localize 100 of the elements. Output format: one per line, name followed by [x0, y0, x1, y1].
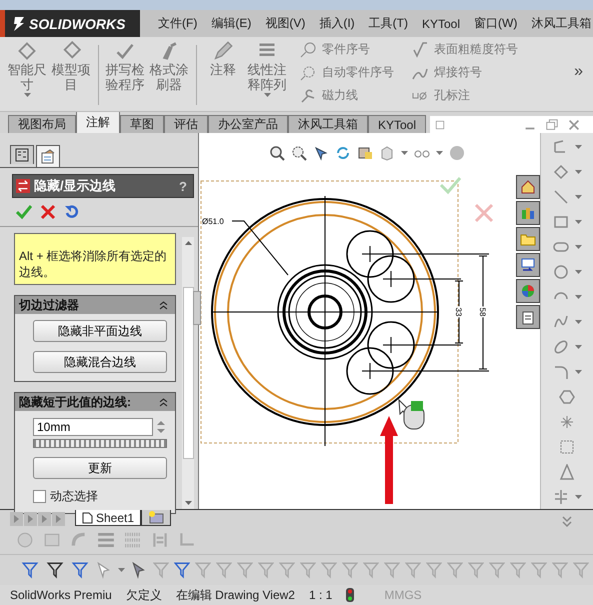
caret-icon[interactable] — [24, 93, 30, 97]
caret-icon[interactable] — [118, 568, 125, 572]
home-icon[interactable] — [520, 179, 536, 195]
maximize-icon[interactable] — [545, 118, 559, 132]
caret-icon[interactable] — [574, 370, 582, 374]
undo-icon[interactable] — [64, 204, 80, 220]
caret-icon[interactable] — [574, 295, 582, 299]
caret-icon[interactable] — [574, 220, 582, 224]
menu-item[interactable]: 插入(I) — [319, 15, 355, 32]
spline-icon[interactable] — [552, 314, 568, 330]
hide-edges-button[interactable]: 隐藏非平面边线 — [33, 320, 167, 342]
sheet-nav-button[interactable] — [24, 512, 37, 526]
property-icon[interactable] — [40, 148, 56, 164]
ribbon-tab[interactable]: KYTool — [368, 115, 426, 133]
grid-icon[interactable] — [559, 439, 575, 455]
panel-tab[interactable] — [10, 145, 34, 164]
ribbon-button[interactable]: 智能尺寸 — [8, 62, 46, 92]
funnel-icon[interactable] — [70, 561, 90, 579]
caret-icon[interactable] — [574, 270, 582, 274]
balloon-icon[interactable] — [300, 64, 316, 80]
rotate-icon[interactable] — [335, 145, 351, 161]
scroll-down-icon[interactable] — [184, 501, 192, 505]
checkbox[interactable] — [33, 490, 46, 503]
ribbon-button[interactable]: 格式涂刷器 — [150, 62, 188, 92]
ok-icon[interactable] — [16, 204, 32, 220]
cursor-icon[interactable] — [95, 561, 113, 579]
menu-item[interactable]: 文件(F) — [158, 15, 198, 32]
sheet-nav-button[interactable] — [52, 512, 65, 526]
update-button[interactable]: 更新 — [33, 457, 167, 479]
leader-icon[interactable] — [300, 88, 316, 104]
scroll-up-icon[interactable] — [184, 241, 192, 245]
hide-edges-button[interactable]: 隐藏混合边线 — [33, 351, 167, 373]
stack-icon[interactable] — [43, 531, 61, 549]
ribbon-tab[interactable]: 评估 — [164, 115, 208, 133]
check-mark-icon[interactable] — [115, 41, 135, 61]
restore-icon[interactable] — [434, 118, 446, 130]
ribbon-tab[interactable]: 办公室产品 — [208, 115, 288, 133]
caret-icon[interactable] — [574, 195, 582, 199]
layer-icon[interactable] — [16, 531, 34, 549]
scrollbar[interactable] — [182, 237, 194, 509]
color-ball-icon[interactable] — [520, 283, 536, 299]
point-icon[interactable] — [559, 414, 575, 430]
view-icon[interactable] — [357, 145, 373, 161]
circle-icon[interactable] — [552, 264, 568, 280]
menu-item[interactable]: 沐风工具箱 — [531, 15, 592, 32]
menu-item[interactable]: 编辑(E) — [211, 15, 252, 32]
close-icon[interactable] — [567, 118, 581, 132]
cursor-icon[interactable] — [130, 561, 148, 579]
sphere-icon[interactable] — [449, 145, 465, 161]
help-button[interactable]: ? — [179, 178, 187, 194]
funnel-icon[interactable] — [45, 561, 65, 579]
swap-icon[interactable] — [16, 178, 30, 194]
spinner-icon[interactable] — [155, 419, 167, 435]
caret-icon[interactable] — [574, 145, 582, 149]
ribbon-tab[interactable]: 草图 — [120, 115, 164, 133]
fillet-icon[interactable] — [552, 364, 568, 380]
ribbon-tab[interactable]: 沐风工具箱 — [288, 115, 368, 133]
menu-item[interactable]: 工具(T) — [368, 15, 408, 32]
diamond-icon[interactable] — [61, 41, 81, 61]
mirror-icon[interactable] — [552, 489, 568, 505]
cancel-icon[interactable] — [474, 204, 494, 222]
length-field[interactable]: 10mm — [33, 418, 153, 436]
ribbon-button[interactable]: 拼写检验程序 — [106, 62, 144, 92]
caret-icon[interactable] — [264, 93, 270, 97]
cancel-icon[interactable] — [40, 204, 56, 220]
funnel-icon[interactable] — [174, 561, 190, 579]
ribbon-button[interactable]: 模型项目 — [52, 62, 90, 92]
add-sheet-icon[interactable] — [148, 510, 164, 526]
more-button[interactable]: » — [574, 63, 583, 81]
sheet-nav-button[interactable] — [10, 512, 23, 526]
ellipse-icon[interactable] — [552, 339, 568, 355]
sheet-nav-button[interactable] — [38, 512, 51, 526]
pen-icon[interactable] — [213, 41, 233, 61]
ribbon-button[interactable]: 线性注释阵列 — [248, 62, 286, 92]
diamond-icon[interactable] — [552, 164, 568, 180]
library-icon[interactable] — [520, 205, 536, 221]
zoom-area-icon[interactable] — [291, 145, 307, 161]
polygon-icon[interactable] — [559, 389, 575, 405]
ribbon-tab[interactable]: 视图布局 — [8, 115, 76, 133]
collapse-icon[interactable] — [158, 396, 169, 408]
pointer-icon[interactable] — [313, 145, 329, 161]
check-mark-icon[interactable] — [412, 42, 428, 58]
caret-icon[interactable] — [436, 151, 443, 155]
thumbwheel[interactable] — [33, 439, 167, 448]
sheet-tab[interactable]: Sheet1 — [75, 510, 142, 526]
rectangle-icon[interactable] — [552, 214, 568, 230]
cube-icon[interactable] — [379, 145, 395, 161]
tree-icon[interactable] — [14, 147, 30, 163]
ribbon-tab[interactable]: 注解 — [76, 111, 120, 133]
ribbon-button[interactable]: 注释 — [204, 62, 242, 77]
balloon-icon[interactable] — [300, 42, 316, 58]
splitter-handle[interactable] — [193, 291, 201, 325]
diamond-icon[interactable] — [17, 41, 37, 61]
caret-icon[interactable] — [574, 170, 582, 174]
menu-item[interactable]: 窗口(W) — [474, 15, 518, 32]
line-icon[interactable] — [552, 189, 568, 205]
clipboard-icon[interactable] — [520, 309, 536, 325]
hatch-icon[interactable] — [124, 531, 142, 549]
caret-icon[interactable] — [574, 245, 582, 249]
lines-icon[interactable] — [97, 531, 115, 549]
